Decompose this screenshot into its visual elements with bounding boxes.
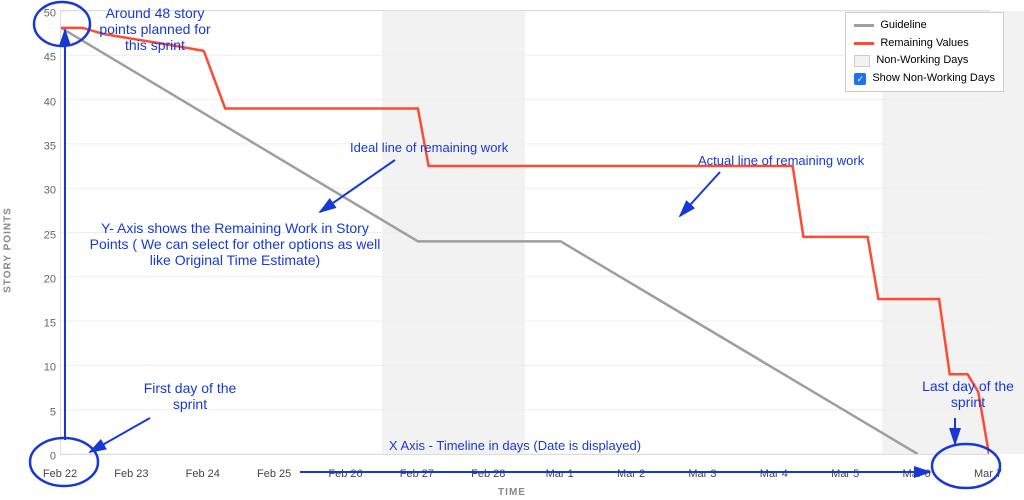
arrow-actual-icon bbox=[680, 172, 720, 216]
annotation-overlay bbox=[0, 0, 1024, 500]
ellipse-last-day-icon bbox=[932, 444, 1000, 488]
arrow-ideal-icon bbox=[320, 160, 395, 212]
arrow-first-day-icon bbox=[90, 418, 150, 452]
burndown-chart-figure: STORY POINTS TIME 05101520253035404550 F… bbox=[0, 0, 1024, 500]
ellipse-first-day-icon bbox=[30, 438, 98, 486]
ellipse-start-icon bbox=[34, 2, 90, 46]
